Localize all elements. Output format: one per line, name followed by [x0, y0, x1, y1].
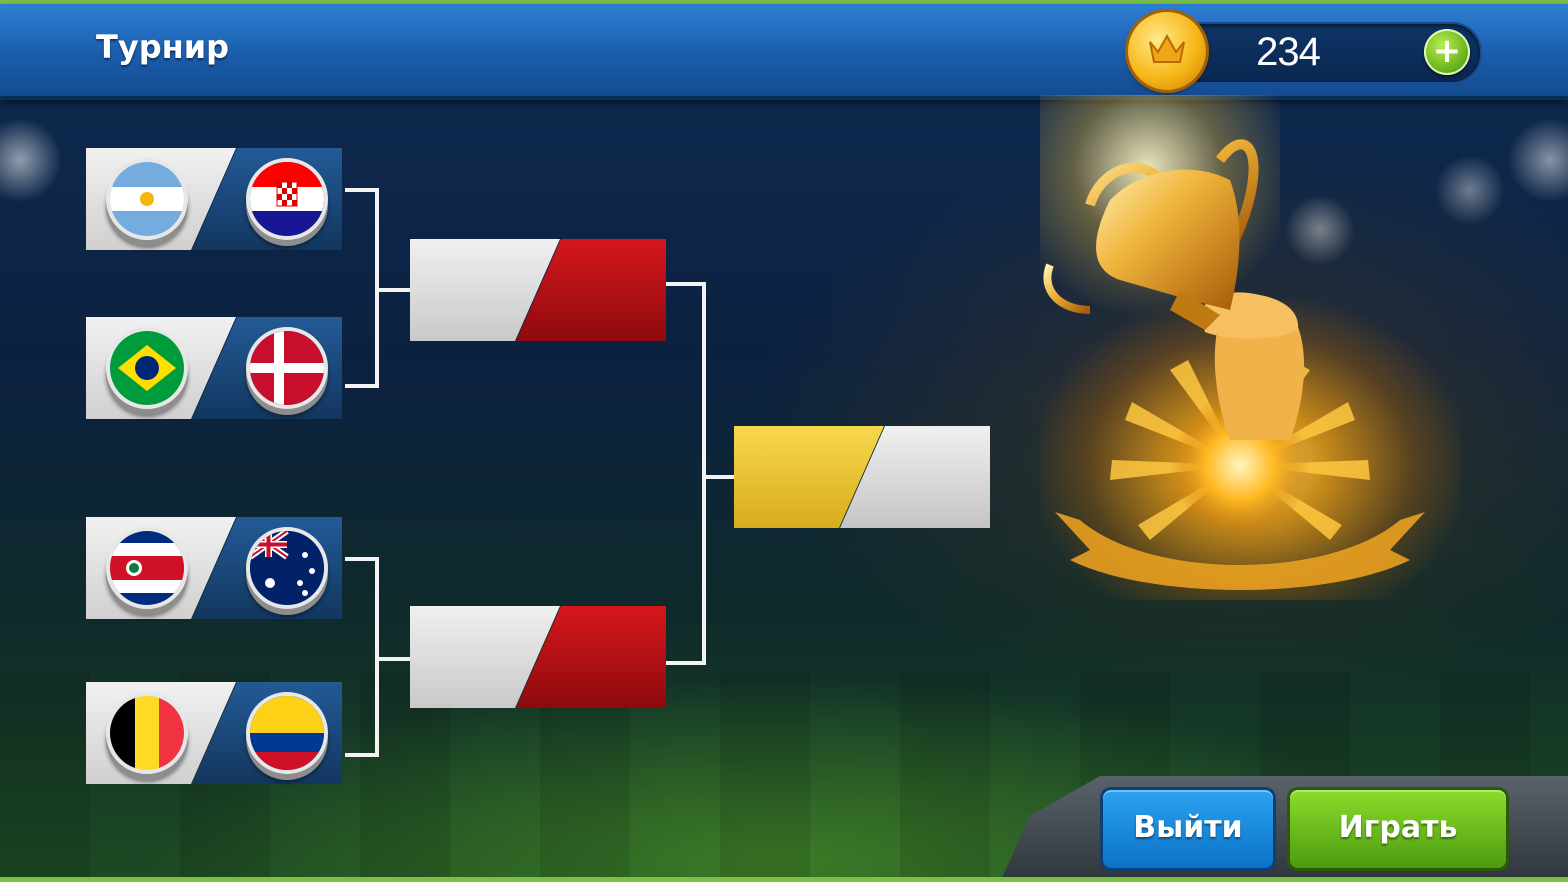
bracket-line	[702, 282, 706, 665]
crown-coin-icon	[1128, 12, 1206, 90]
bracket-line	[665, 282, 705, 286]
add-coins-button[interactable]: +	[1424, 29, 1470, 75]
colombia-flag	[246, 692, 328, 774]
bracket-line	[665, 661, 705, 665]
bracket-line	[345, 188, 378, 192]
bracket-line	[345, 557, 378, 561]
match-brazil-denmark[interactable]	[86, 317, 342, 419]
bracket-line	[375, 288, 411, 292]
argentina-flag	[106, 158, 188, 240]
match-costa-rica-australia[interactable]	[86, 517, 342, 619]
croatia-flag	[246, 158, 328, 240]
exit-button[interactable]: Выйти	[1103, 790, 1273, 868]
match-belgium-colombia[interactable]	[86, 682, 342, 784]
final-slot[interactable]	[734, 426, 990, 528]
denmark-flag	[246, 327, 328, 409]
brazil-flag	[106, 327, 188, 409]
australia-flag	[246, 527, 328, 609]
belgium-flag	[106, 692, 188, 774]
bottom-border	[0, 877, 1568, 882]
bracket-line	[375, 657, 411, 661]
page-title: Турнир	[96, 28, 230, 66]
bracket-line	[345, 384, 378, 388]
play-button[interactable]: Играть	[1290, 790, 1506, 868]
semifinal-slot-top[interactable]	[410, 239, 666, 341]
bracket-line	[702, 475, 736, 479]
costa-rica-flag	[106, 527, 188, 609]
semifinal-slot-bottom[interactable]	[410, 606, 666, 708]
match-argentina-croatia[interactable]	[86, 148, 342, 250]
trophy-icon	[1043, 139, 1425, 590]
plus-icon: +	[1432, 31, 1462, 71]
coin-balance-value: 234	[1256, 30, 1321, 74]
bracket-line	[345, 753, 378, 757]
